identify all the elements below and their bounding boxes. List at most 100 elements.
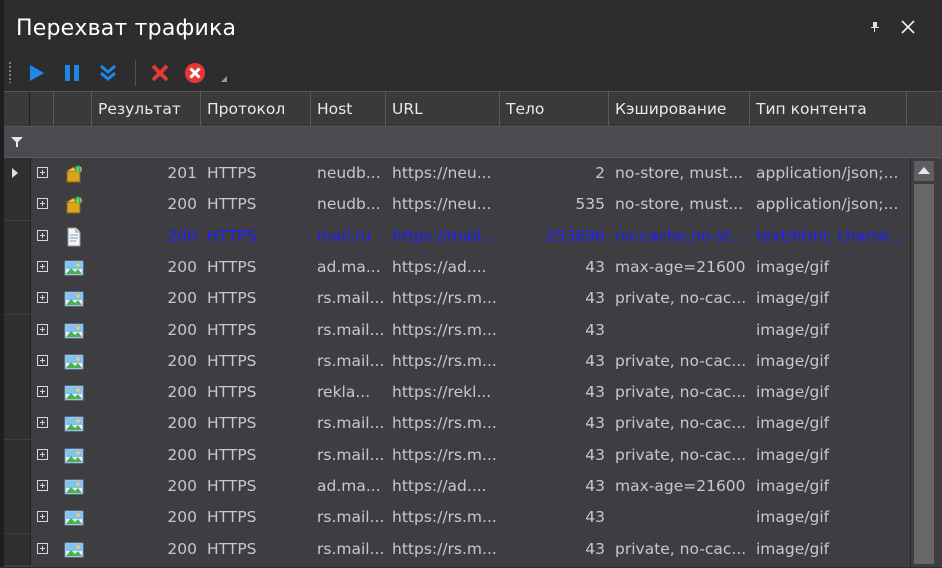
header-result[interactable]: Результат (92, 92, 201, 126)
clear-circle-icon (185, 63, 205, 83)
cell-caching: private, no-cac... (615, 289, 747, 308)
cell-protocol: HTTPS (207, 164, 257, 182)
row-indicator[interactable] (4, 189, 31, 221)
row-indicator[interactable] (4, 377, 31, 409)
expand-row-icon[interactable] (37, 511, 48, 523)
filter-row[interactable] (4, 127, 942, 158)
scroll-up-icon[interactable] (914, 161, 934, 181)
expand-row-icon[interactable] (37, 448, 48, 460)
cell-url: https://rs.m... (392, 351, 497, 370)
title-bar: Перехват трафика (4, 0, 942, 56)
table-row[interactable]: 200 HTTPS rs.mail... https://rs.m... 43 priva… (4, 283, 910, 315)
play-icon (30, 65, 44, 81)
row-indicator[interactable] (4, 408, 31, 440)
header-content-type[interactable]: Тип контента (750, 92, 907, 126)
json-package-icon: {} (64, 164, 84, 184)
expand-row-icon[interactable] (37, 260, 48, 272)
cell-protocol: HTTPS (207, 289, 257, 308)
cell-protocol: HTTPS (207, 195, 257, 214)
cell-body: 253696 (545, 226, 605, 245)
header-body[interactable]: Тело (500, 92, 609, 126)
expand-row-icon[interactable] (37, 542, 48, 554)
grid-rows: {} 201 HTTPS neudb... https://neu... 2 no-stor… (4, 158, 910, 568)
cell-protocol: HTTPS (207, 508, 257, 527)
expand-row-icon[interactable] (37, 354, 48, 366)
header-caching[interactable]: Кэширование (609, 92, 750, 126)
image-icon (64, 321, 84, 341)
pin-icon[interactable] (868, 20, 884, 36)
expand-row-icon[interactable] (37, 417, 48, 429)
vertical-scrollbar[interactable] (910, 158, 937, 567)
table-row[interactable]: 200 HTTPS rs.mail... https://rs.m... 43 priva… (4, 533, 910, 565)
cell-url: https://neu... (392, 164, 492, 182)
cell-caching: private, no-cac... (615, 383, 747, 402)
table-row[interactable]: 200 HTTPS rs.mail... https://rs.m... 43 priva… (4, 345, 910, 377)
row-indicator[interactable] (4, 502, 31, 534)
pause-capture-button[interactable] (59, 60, 85, 86)
header-host[interactable]: Host (311, 92, 386, 126)
start-capture-button[interactable] (24, 60, 50, 86)
cell-body: 43 (585, 383, 605, 402)
autoscroll-button[interactable] (95, 60, 121, 86)
expand-row-icon[interactable] (37, 167, 48, 178)
table-row[interactable]: 200 HTTPS mail.ru https://mail... 253696 no-c… (4, 220, 910, 252)
row-indicator[interactable] (4, 158, 31, 189)
expand-row-icon[interactable] (37, 480, 48, 491)
row-indicator[interactable] (4, 471, 31, 502)
table-row[interactable]: {} 200 HTTPS neudb... https://neu... 535 no-st… (4, 189, 910, 221)
cell-caching: no-store, must... (615, 195, 744, 214)
table-row[interactable]: 200 HTTPS rs.mail... https://rs.m... 43 image… (4, 314, 910, 346)
row-indicator[interactable] (4, 251, 31, 283)
row-indicator[interactable] (4, 283, 31, 315)
table-row[interactable]: 200 HTTPS rs.mail... https://rs.m... 43 image… (4, 502, 910, 534)
cell-caching: private, no-cac... (615, 445, 747, 464)
image-icon (64, 508, 84, 528)
json-package-icon: {} (64, 195, 84, 215)
toolbar-overflow-icon[interactable] (221, 76, 227, 82)
cell-host: neudb... (317, 164, 381, 182)
close-icon[interactable] (898, 17, 918, 37)
expand-row-icon[interactable] (37, 323, 48, 335)
cell-protocol: HTTPS (207, 351, 257, 370)
cell-url: https://rs.m... (392, 414, 497, 433)
header-protocol[interactable]: Протокол (201, 92, 311, 126)
header-url[interactable]: URL (386, 92, 500, 126)
table-row[interactable]: 200 HTTPS ad.ma... https://ad.... 43 max-age=… (4, 471, 910, 502)
row-indicator[interactable] (4, 220, 31, 252)
cell-body: 43 (585, 257, 605, 276)
expand-row-icon[interactable] (37, 386, 48, 398)
svg-text:{}: {} (76, 167, 82, 173)
cell-result: 201 (167, 164, 197, 182)
delete-button[interactable] (147, 60, 173, 86)
cell-result: 200 (167, 320, 197, 339)
row-indicator[interactable] (4, 314, 31, 346)
scroll-thumb[interactable] (914, 184, 934, 564)
expand-row-icon[interactable] (37, 229, 48, 241)
table-row[interactable]: 200 HTTPS rs.mail... https://rs.m... 43 priva… (4, 439, 910, 471)
clear-all-button[interactable] (182, 60, 208, 86)
cell-caching: no-store, must... (615, 164, 744, 182)
table-row[interactable]: 200 HTTPS rekla... https://rekl... 43 private… (4, 377, 910, 409)
traffic-capture-window: Перехват трафика Результат Протокол Host… (0, 0, 942, 568)
cell-body: 43 (585, 320, 605, 339)
header-icon-column (54, 92, 92, 126)
table-row[interactable]: {} 201 HTTPS neudb... https://neu... 2 no-stor… (4, 158, 910, 189)
cell-result: 200 (167, 351, 197, 370)
toolbar-grip[interactable] (8, 61, 12, 83)
cell-caching: max-age=21600 (615, 257, 746, 276)
cell-content-type: image/gif (756, 477, 830, 495)
cell-result: 200 (167, 477, 197, 495)
cell-url: https://rs.m... (392, 320, 497, 339)
window-title: Перехват трафика (16, 16, 237, 41)
grid-header: Результат Протокол Host URL Тело Кэширов… (4, 92, 942, 127)
expand-row-icon[interactable] (37, 292, 48, 304)
row-indicator[interactable] (4, 345, 31, 377)
toolbar (4, 56, 942, 88)
row-indicator[interactable] (4, 533, 31, 565)
table-row[interactable]: 200 HTTPS rs.mail... https://rs.m... 43 priva… (4, 408, 910, 440)
expand-row-icon[interactable] (37, 198, 48, 210)
row-indicator[interactable] (4, 439, 31, 471)
cell-caching: no-cache,no-st... (615, 226, 746, 245)
table-row[interactable]: 200 HTTPS ad.ma... https://ad.... 43 max-age=… (4, 251, 910, 283)
cell-content-type: application/json;... (756, 195, 899, 214)
